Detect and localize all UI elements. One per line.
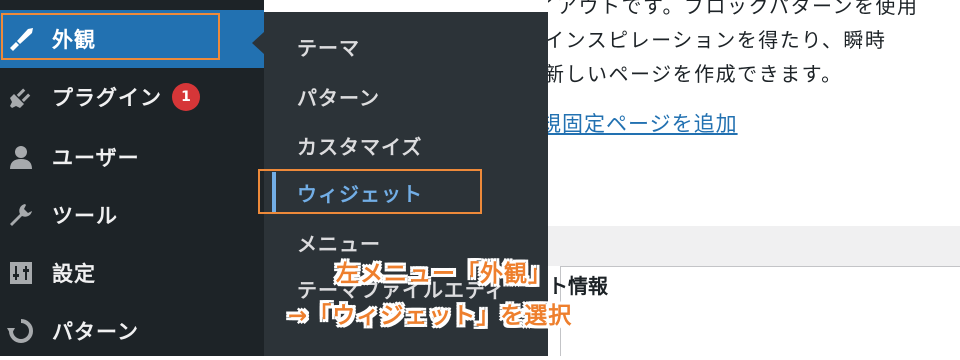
pattern-refresh-icon — [4, 314, 38, 348]
sidebar-item-label: ツール — [52, 204, 118, 228]
sidebar-item-label: 設定 — [52, 262, 96, 286]
main-content: レイアウトです。ブロックパターンを使用 インスピレーションを得たり、瞬時 新しい… — [548, 0, 960, 356]
add-page-link[interactable]: 規固定ページを追加 — [548, 108, 738, 138]
widgets-highlight-box — [258, 169, 482, 214]
sidebar-item-settings[interactable]: 設定 — [0, 244, 264, 302]
sidebar-item-plugins[interactable]: プラグイン 1 — [0, 68, 264, 126]
content-text-line: 新しいページを作成できます。 — [548, 62, 843, 86]
user-icon — [4, 140, 38, 174]
update-count-badge: 1 — [172, 83, 200, 111]
sidebar-item-tools[interactable]: ツール — [0, 186, 264, 244]
content-text-line: インスピレーションを得たり、瞬時 — [548, 28, 887, 52]
sidebar-item-label: ユーザー — [52, 146, 140, 170]
plugin-icon — [4, 80, 38, 114]
settings-sliders-icon — [4, 256, 38, 290]
submenu-item-customize[interactable]: カスタマイズ — [297, 131, 422, 160]
current-menu-arrow — [252, 32, 264, 54]
sidebar-item-label: パターン — [52, 320, 139, 344]
sidebar-item-patterns[interactable]: パターン — [0, 302, 264, 360]
wrench-icon — [4, 198, 38, 232]
sidebar-item-users[interactable]: ユーザー — [0, 128, 264, 186]
sidebar-item-label: プラグイン — [52, 86, 162, 110]
submenu-item-menus[interactable]: メニュー — [297, 228, 381, 257]
submenu-item-themes[interactable]: テーマ — [297, 32, 360, 61]
annotation-line-2: →「ウィジェット」を選択 — [288, 303, 573, 329]
content-text-line: レイアウトです。ブロックパターンを使用 — [548, 0, 919, 18]
panel-title: ト情報 — [548, 274, 608, 298]
section-divider — [548, 226, 960, 266]
appearance-highlight-box — [1, 13, 220, 60]
annotation-line-1: 左メニュー「外観」 — [336, 261, 552, 287]
info-panel — [560, 266, 960, 356]
submenu-item-patterns[interactable]: パターン — [297, 82, 380, 111]
